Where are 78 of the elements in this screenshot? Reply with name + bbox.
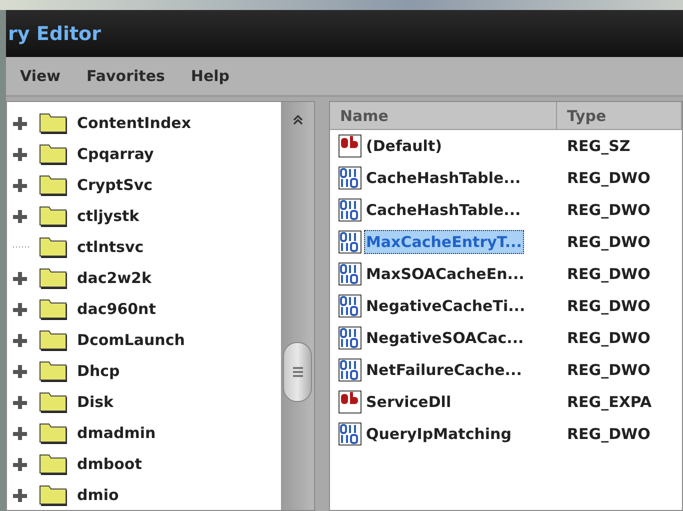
value-name[interactable]: NegativeSOACac... <box>364 326 526 350</box>
tree-item[interactable]: dac2w2k <box>77 269 152 288</box>
expand-icon[interactable] <box>13 209 27 224</box>
expand-icon[interactable] <box>13 147 27 162</box>
value-name[interactable]: (Default) <box>364 134 444 158</box>
folder-icon <box>39 235 69 260</box>
value-type: REG_EXPA <box>566 393 653 411</box>
expand-icon[interactable] <box>13 394 27 409</box>
value-type: REG_DWO <box>566 169 652 187</box>
tree-item[interactable]: dac960nt <box>77 300 156 318</box>
value-name[interactable]: NetFailureCache... <box>364 358 524 382</box>
menu-item[interactable]: Favorites <box>86 67 165 85</box>
tree-item[interactable]: dmboot <box>77 454 142 473</box>
string-value-icon <box>338 390 362 414</box>
folder-icon <box>39 111 69 136</box>
folder-icon <box>39 482 69 507</box>
value-name[interactable]: MaxCacheEntryT... <box>364 230 524 254</box>
expand-icon[interactable] <box>13 426 27 440</box>
tree-item[interactable]: dmadmin <box>77 424 156 442</box>
folder-icon <box>39 420 69 445</box>
value-name[interactable]: ServiceDll <box>364 390 454 414</box>
column-header[interactable]: Name <box>330 102 557 129</box>
tree-item[interactable]: ContentIndex <box>77 114 192 132</box>
expand-icon[interactable] <box>13 488 27 502</box>
expand-icon[interactable] <box>13 302 27 316</box>
folder-icon <box>39 266 69 290</box>
grip-icon <box>292 366 302 378</box>
value-type: REG_DWO <box>566 425 652 443</box>
tree-item[interactable]: Dhcp <box>77 362 120 380</box>
column-header[interactable]: Type <box>557 102 682 129</box>
window-title: ry Editor <box>8 22 101 44</box>
binary-value-icon <box>338 294 362 318</box>
expand-icon[interactable] <box>13 364 27 378</box>
folder-icon <box>39 173 69 198</box>
folder-icon <box>39 296 69 321</box>
tree-item[interactable]: Disk <box>77 392 114 411</box>
tree-item[interactable]: ctljystk <box>77 207 140 226</box>
tree-item[interactable]: Cpqarray <box>77 145 154 164</box>
expand-icon[interactable] <box>13 116 27 130</box>
folder-icon <box>39 204 69 228</box>
folder-icon <box>39 328 69 352</box>
binary-value-icon <box>338 422 362 446</box>
folder-icon <box>39 142 69 166</box>
expand-icon[interactable] <box>13 332 27 347</box>
menu-item[interactable]: Help <box>190 67 230 85</box>
value-name[interactable]: CacheHashTable... <box>364 166 523 190</box>
binary-value-icon <box>338 166 362 190</box>
value-type: REG_DWO <box>566 265 652 283</box>
folder-icon <box>39 390 69 414</box>
tree-item[interactable]: ctlntsvc <box>77 238 144 256</box>
value-name[interactable]: CacheHashTable... <box>364 198 523 222</box>
binary-value-icon <box>338 262 362 286</box>
value-type: REG_SZ <box>566 137 632 155</box>
binary-value-icon <box>338 326 362 350</box>
value-type: REG_DWO <box>566 329 652 347</box>
binary-value-icon <box>338 230 362 254</box>
tree-item[interactable]: DcomLaunch <box>77 330 185 349</box>
value-name[interactable]: MaxSOACacheEn... <box>364 262 526 286</box>
tree-item[interactable]: dmio <box>77 486 119 504</box>
value-name[interactable]: QueryIpMatching <box>364 422 514 446</box>
value-name[interactable]: NegativeCacheTi... <box>364 294 528 318</box>
scrollbar[interactable] <box>281 102 314 510</box>
expand-icon[interactable] <box>13 178 27 192</box>
folder-icon <box>39 358 69 383</box>
value-type: REG_DWO <box>566 233 652 251</box>
expand-icon[interactable] <box>13 456 27 471</box>
menu-item[interactable]: View <box>20 67 61 85</box>
value-type: REG_DWO <box>566 361 652 379</box>
string-value-icon <box>338 134 362 158</box>
value-type: REG_DWO <box>566 297 652 315</box>
scroll-thumb[interactable] <box>283 342 312 402</box>
folder-icon <box>39 452 69 476</box>
expand-icon[interactable] <box>13 271 27 286</box>
value-type: REG_DWO <box>566 201 652 219</box>
tree-item[interactable]: CryptSvc <box>77 176 153 194</box>
binary-value-icon <box>338 198 362 222</box>
scroll-up-icon[interactable] <box>292 114 304 126</box>
binary-value-icon <box>338 358 362 382</box>
